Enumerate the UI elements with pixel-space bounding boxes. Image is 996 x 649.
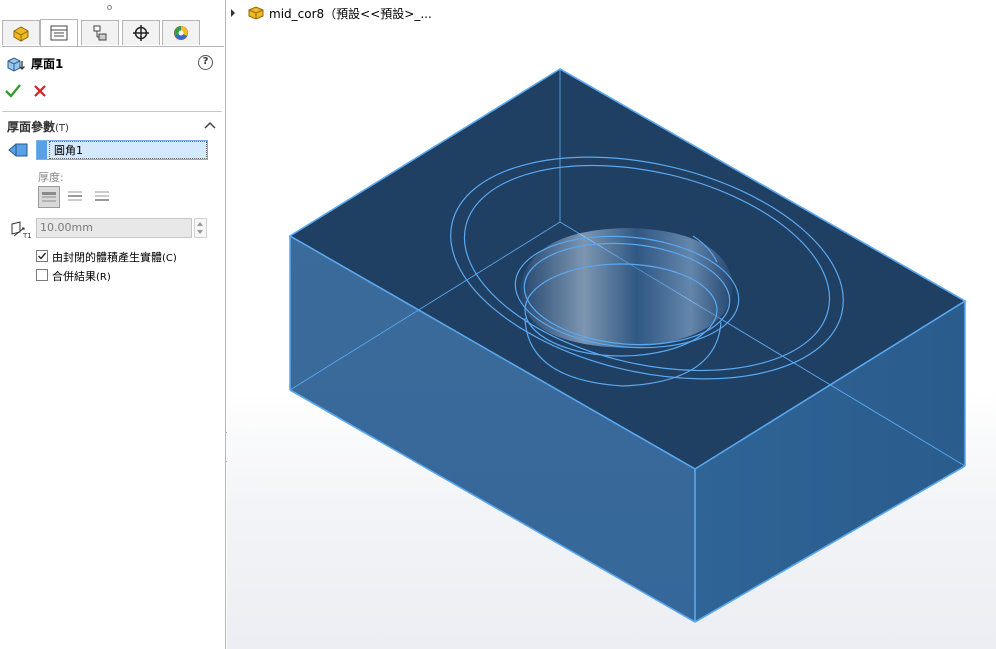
tab-dimxpert-manager[interactable] xyxy=(122,20,160,45)
thickness-spinner[interactable] xyxy=(194,218,207,238)
thicken-feature-icon xyxy=(7,57,25,72)
help-icon[interactable]: ? xyxy=(198,55,213,70)
thicken-both-sides-button[interactable] xyxy=(65,186,87,208)
tab-feature-manager[interactable] xyxy=(2,20,40,45)
divider xyxy=(2,111,222,112)
thicken-both-icon xyxy=(68,191,82,201)
feature-title: 厚面1 xyxy=(31,57,64,71)
manager-tabs xyxy=(2,19,224,47)
check-mark-icon xyxy=(38,252,47,260)
thickness-label: 厚度: xyxy=(38,171,64,184)
spin-up-icon[interactable] xyxy=(197,222,203,226)
thicken-side1-icon xyxy=(42,192,56,202)
spin-down-icon[interactable] xyxy=(197,230,203,234)
face-selection-icon xyxy=(8,143,28,157)
group-header-thicken-parameters[interactable]: 厚面參數(T) xyxy=(7,118,69,135)
selected-surface-item[interactable]: 圓角1 xyxy=(49,141,207,159)
tab-property-manager[interactable] xyxy=(40,19,78,46)
group-title: 厚面參數 xyxy=(7,120,56,134)
property-list-icon xyxy=(50,25,68,41)
panel-grip[interactable] xyxy=(0,0,226,18)
grip-dot-icon xyxy=(107,5,112,10)
color-wheel-icon xyxy=(174,26,188,40)
create-solid-checkbox[interactable] xyxy=(36,250,48,262)
selection-color-swatch xyxy=(37,141,47,159)
merge-result-label: 合併結果(R) xyxy=(52,270,111,283)
group-hotkey: (T) xyxy=(55,123,69,134)
tab-display-manager[interactable] xyxy=(162,20,200,45)
graphics-viewport[interactable]: mid_cor8（預設<<預設>_... xyxy=(227,0,996,649)
thickness-value-field[interactable]: 10.00mm xyxy=(36,218,192,238)
model-view xyxy=(288,68,967,623)
merge-result-checkbox[interactable] xyxy=(36,269,48,281)
thicken-side2-button[interactable] xyxy=(92,186,114,208)
property-manager-panel: 厚面1 ? 厚面參數(T) 圓角1 厚度: T1 10.00mm 由封閉的體積產… xyxy=(0,0,226,649)
configuration-icon xyxy=(93,25,107,41)
surface-selection-box[interactable]: 圓角1 xyxy=(36,140,208,160)
svg-text:T1: T1 xyxy=(22,232,31,240)
thickness-depth-icon: T1 xyxy=(11,221,31,240)
thicken-side1-button[interactable] xyxy=(38,186,60,208)
part-icon xyxy=(13,26,29,42)
cancel-button[interactable] xyxy=(31,82,49,100)
tab-configuration-manager[interactable] xyxy=(81,20,119,45)
chevron-up-icon[interactable] xyxy=(204,121,216,129)
create-solid-label: 由封閉的體積產生實體(C) xyxy=(52,251,177,264)
thicken-side2-icon xyxy=(95,191,109,201)
crosshair-icon xyxy=(133,25,149,41)
feature-title-row: 厚面1 ? xyxy=(0,52,226,74)
ok-button[interactable] xyxy=(4,82,22,100)
